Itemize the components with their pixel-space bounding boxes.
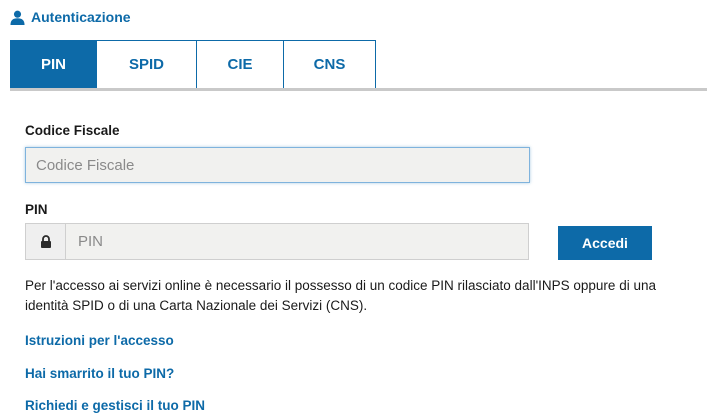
tab-cns[interactable]: CNS bbox=[284, 40, 376, 88]
info-text: Per l'accesso ai servizi online è necess… bbox=[25, 278, 656, 313]
tab-cie[interactable]: CIE bbox=[197, 40, 284, 88]
user-icon bbox=[10, 10, 25, 25]
codice-fiscale-input[interactable] bbox=[25, 147, 530, 183]
auth-panel: Autenticazione PIN SPID CIE CNS Codice F… bbox=[0, 0, 707, 420]
auth-header: Autenticazione bbox=[10, 9, 131, 25]
lock-icon bbox=[40, 235, 52, 248]
tabs-divider bbox=[10, 88, 707, 91]
link-istruzioni-accesso[interactable]: Istruzioni per l'accesso bbox=[25, 333, 174, 348]
tab-pin[interactable]: PIN bbox=[10, 40, 97, 88]
auth-tabs: PIN SPID CIE CNS bbox=[10, 40, 376, 88]
tab-spid[interactable]: SPID bbox=[97, 40, 197, 88]
link-pin-smarrito[interactable]: Hai smarrito il tuo PIN? bbox=[25, 366, 174, 381]
auth-title: Autenticazione bbox=[31, 9, 131, 25]
codice-fiscale-label: Codice Fiscale bbox=[25, 123, 120, 138]
pin-addon bbox=[26, 224, 66, 259]
link-richiedi-pin[interactable]: Richiedi e gestisci il tuo PIN bbox=[25, 398, 205, 413]
pin-label: PIN bbox=[25, 202, 48, 217]
accedi-button[interactable]: Accedi bbox=[558, 226, 652, 260]
pin-input-group bbox=[25, 223, 529, 260]
pin-input[interactable] bbox=[66, 224, 528, 259]
